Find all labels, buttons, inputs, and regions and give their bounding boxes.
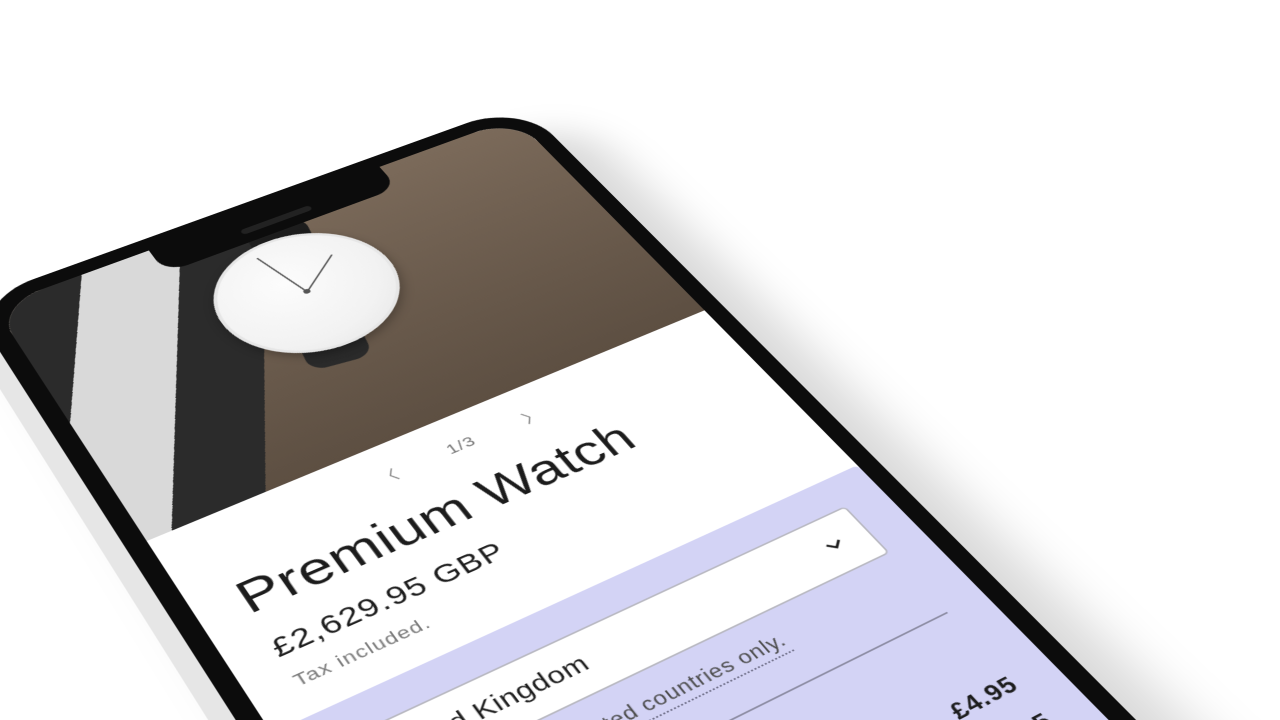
shipping-option-price: £4.95 (944, 672, 1025, 720)
stage: 〈 1/3 〉 Premium Watch £2,629.95 GBP Tax … (0, 0, 1280, 720)
phone-frame: 〈 1/3 〉 Premium Watch £2,629.95 GBP Tax … (0, 103, 1280, 720)
country-select-value: United Kingdom (374, 650, 596, 720)
phone-screen: 〈 1/3 〉 Premium Watch £2,629.95 GBP Tax … (0, 118, 1280, 720)
image-counter: 1/3 (442, 433, 480, 458)
phone-mockup: 〈 1/3 〉 Premium Watch £2,629.95 GBP Tax … (0, 103, 1280, 720)
chevron-down-icon (817, 532, 853, 558)
next-image-button[interactable]: 〉 (517, 404, 548, 427)
prev-image-button[interactable]: 〈 (373, 464, 404, 488)
